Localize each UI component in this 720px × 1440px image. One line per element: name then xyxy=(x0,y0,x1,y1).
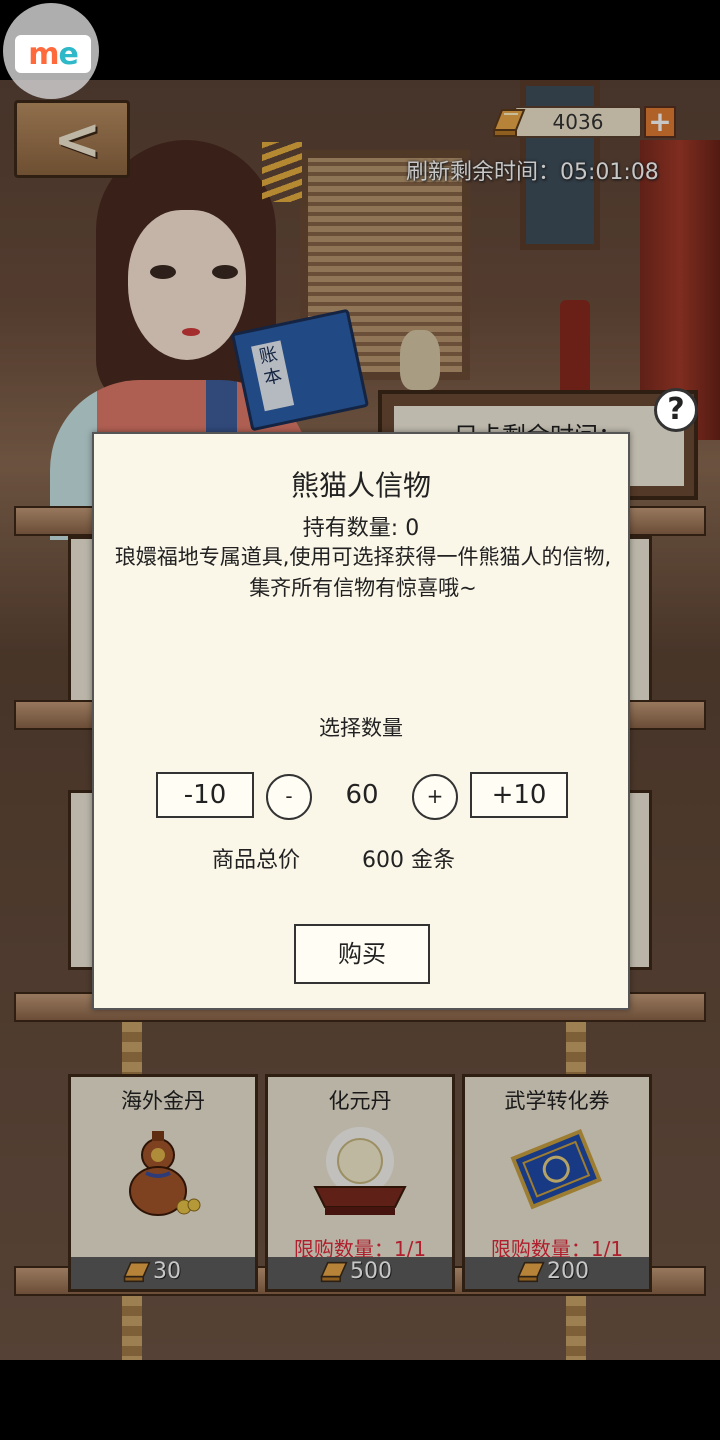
item-description: 琅嬛福地专属道具,使用可选择获得一件熊猫人的信物,集齐所有信物有惊喜哦~ xyxy=(114,545,612,600)
navigation-bar xyxy=(0,1360,720,1440)
help-icon[interactable]: ? xyxy=(654,388,698,432)
me-logo-icon: me xyxy=(15,35,91,73)
app-overlay-badge[interactable]: me xyxy=(3,3,99,99)
buy-button[interactable]: 购买 xyxy=(294,924,430,984)
quantity-value: 60 xyxy=(345,780,379,810)
item-title: 熊猫人信物 xyxy=(290,469,431,502)
minus-10-button[interactable]: -10 xyxy=(156,772,254,818)
held-count: 持有数量: 0 xyxy=(302,516,420,541)
plus-10-button[interactable]: +10 xyxy=(470,772,568,818)
status-bar xyxy=(0,0,720,80)
select-quantity-label: 选择数量 xyxy=(319,716,403,740)
decrement-button[interactable]: - xyxy=(266,774,312,820)
total-price-value: 600 金条 xyxy=(362,848,455,873)
increment-button[interactable]: + xyxy=(412,774,458,820)
purchase-dialog: 熊猫人信物 持有数量: 0 琅嬛福地专属道具,使用可选择获得一件熊猫人的信物,集… xyxy=(92,432,630,1010)
total-price-label: 商品总价 xyxy=(212,848,301,873)
